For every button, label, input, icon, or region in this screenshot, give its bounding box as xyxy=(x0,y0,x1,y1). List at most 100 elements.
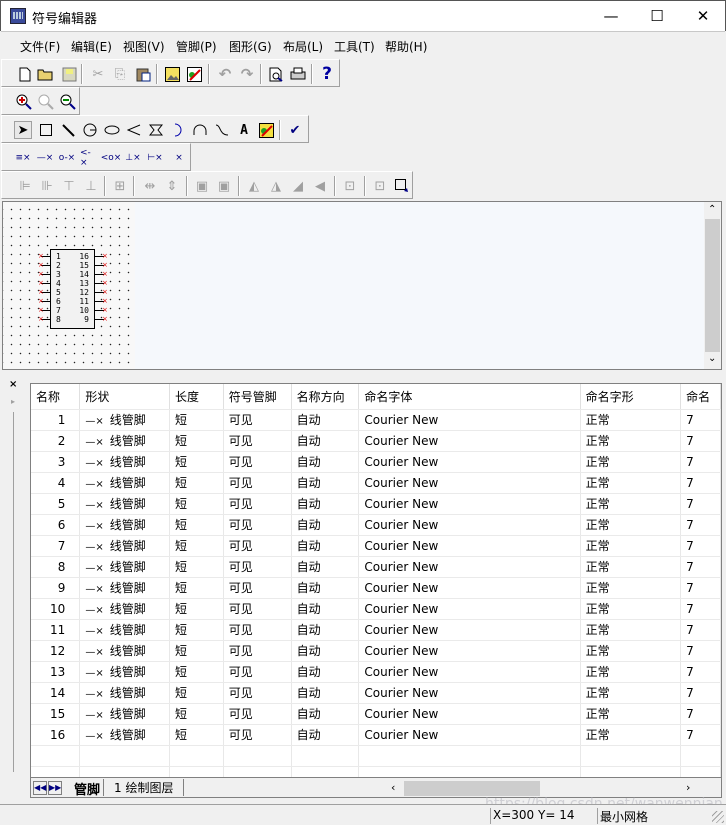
symbol-canvas[interactable]: 1 2 3 4 5 6 7 8 16 15 14 13 12 11 10 9 ⌃ ⌄ × × × × × × × × × × × ×… xyxy=(2,201,722,370)
pin-name-direction-cell[interactable]: 自动 xyxy=(291,724,360,746)
pin-visibility-cell[interactable]: 可见 xyxy=(223,451,292,473)
pin-font-cell[interactable]: Courier New xyxy=(358,703,581,725)
pin-name-direction-cell[interactable]: 自动 xyxy=(291,640,360,662)
pin-font-style-cell[interactable]: 正常 xyxy=(580,724,682,746)
redo-icon[interactable]: ↷ xyxy=(238,65,256,83)
pin-font-cell[interactable]: Courier New xyxy=(358,535,581,557)
rotate-right-icon[interactable]: ◮ xyxy=(267,177,285,195)
pin-font-style-cell[interactable]: 正常 xyxy=(580,619,682,641)
undo-icon[interactable]: ↶ xyxy=(216,65,234,83)
pin-length-cell[interactable]: 短 xyxy=(169,703,224,725)
pin-visibility-cell[interactable]: 可见 xyxy=(223,703,292,725)
pin-name-cell[interactable]: 10 xyxy=(31,598,81,620)
save-icon[interactable] xyxy=(60,65,78,83)
table-horizontal-scrollbar[interactable]: ‹ › xyxy=(386,780,721,797)
pin-shape-cell[interactable]: —× 线管脚 xyxy=(79,430,171,452)
pin-font-size-cell[interactable]: 7 xyxy=(680,661,721,683)
align-grid-icon[interactable]: ⊞ xyxy=(111,177,129,195)
pin-font-cell[interactable]: Courier New xyxy=(358,472,581,494)
pin-font-cell[interactable]: Courier New xyxy=(358,577,581,599)
pin-shape-cell[interactable]: —× 线管脚 xyxy=(79,493,171,515)
pin-name-direction-cell[interactable]: 自动 xyxy=(291,514,360,536)
pin-name-direction-cell[interactable]: 自动 xyxy=(291,472,360,494)
table-row[interactable]: 16 —× 线管脚 短可见 自动 Courier New 正常 7 xyxy=(31,724,721,746)
pin-visibility-cell[interactable]: 可见 xyxy=(223,619,292,641)
pin-name-direction-cell[interactable]: 自动 xyxy=(291,556,360,578)
pin-name-direction-cell[interactable]: 自动 xyxy=(291,493,360,515)
table-row[interactable]: 7 —× 线管脚短可见 自动 Courier New 正常 7 xyxy=(31,535,721,557)
pin-font-cell[interactable]: Courier New xyxy=(358,661,581,683)
pin-font-style-cell[interactable]: 正常 xyxy=(580,661,682,683)
line-pin-icon[interactable]: —× xyxy=(36,149,54,167)
pin-shape-cell[interactable]: —× 线管脚 xyxy=(79,661,171,683)
pin-length-cell[interactable]: 短 xyxy=(169,535,224,557)
zoom-out-icon[interactable] xyxy=(59,93,77,111)
maximize-button[interactable]: ☐ xyxy=(634,1,680,31)
pin-name-direction-cell[interactable]: 自动 xyxy=(291,703,360,725)
tab-draw-layer[interactable]: 1 绘制图层 xyxy=(103,779,185,796)
col-header-name[interactable]: 名称 xyxy=(31,384,81,410)
pin-name-cell[interactable]: 6 xyxy=(31,514,81,536)
cut-icon[interactable]: ✂ xyxy=(89,65,107,83)
pin-length-cell[interactable]: 短 xyxy=(169,409,224,431)
pin-font-size-cell[interactable]: 7 xyxy=(680,535,721,557)
pin-name-direction-cell[interactable]: 自动 xyxy=(291,661,360,683)
table-row[interactable]: 13 —× 线管脚 短可见 自动 Courier New 正常 7 xyxy=(31,661,721,683)
pin-font-style-cell[interactable]: 正常 xyxy=(580,577,682,599)
pin-font-size-cell[interactable]: 7 xyxy=(680,409,721,431)
scroll-right-icon[interactable]: › xyxy=(686,781,690,794)
pin-visibility-cell[interactable]: 可见 xyxy=(223,661,292,683)
pin-font-size-cell[interactable]: 7 xyxy=(680,430,721,452)
pin-visibility-cell[interactable]: 可见 xyxy=(223,598,292,620)
polygon-icon[interactable] xyxy=(147,121,165,139)
pin-length-cell[interactable]: 短 xyxy=(169,724,224,746)
pin-font-style-cell[interactable]: 正常 xyxy=(580,556,682,578)
pin-font-style-cell[interactable]: 正常 xyxy=(580,451,682,473)
circle-icon[interactable] xyxy=(81,121,99,139)
pin-visibility-cell[interactable]: 可见 xyxy=(223,577,292,599)
table-row[interactable]: 1 —× 线管脚 短可见 自动 Courier New 正常 7 xyxy=(31,409,721,431)
pin-shape-cell[interactable]: —× 线管脚 xyxy=(79,409,171,431)
table-row[interactable]: 3 —× 线管脚 短可见 自动 Courier New 正常 7 xyxy=(31,451,721,473)
table-row[interactable]: 9 —× 线管脚 短可见 自动 Courier New 正常 7 xyxy=(31,577,721,599)
pin-font-cell[interactable]: Courier New xyxy=(358,682,581,704)
pin-name-direction-cell[interactable]: 自动 xyxy=(291,619,360,641)
pin-length-cell[interactable]: 短 xyxy=(169,472,224,494)
pin-length-cell[interactable]: 短 xyxy=(169,577,224,599)
help-icon[interactable]: ? xyxy=(318,64,336,84)
align-left-icon[interactable]: ⊫ xyxy=(16,177,34,195)
last-sheet-icon[interactable]: ▶▶ xyxy=(48,781,62,795)
align-top-icon[interactable]: ⊤ xyxy=(60,177,78,195)
pin-shape-cell[interactable]: —× 线管脚 xyxy=(79,640,171,662)
pin-font-cell[interactable]: Courier New xyxy=(358,598,581,620)
long-pin-icon[interactable]: ⊢× xyxy=(146,149,164,167)
pin-name-cell[interactable]: 14 xyxy=(31,682,81,704)
pin-name-cell[interactable]: 11 xyxy=(31,619,81,641)
scroll-up-icon[interactable]: ⌃ xyxy=(708,204,716,215)
pin-font-style-cell[interactable]: 正常 xyxy=(580,598,682,620)
pin-visibility-cell[interactable]: 可见 xyxy=(223,556,292,578)
canvas-vertical-scrollbar[interactable]: ⌃ ⌄ xyxy=(704,202,721,369)
pin-font-size-cell[interactable]: 7 xyxy=(680,472,721,494)
pin-font-size-cell[interactable]: 7 xyxy=(680,514,721,536)
zoom-fit-icon[interactable] xyxy=(37,93,55,111)
pin-length-cell[interactable]: 短 xyxy=(169,661,224,683)
copy-icon[interactable]: ⎘ xyxy=(111,65,129,83)
pin-font-style-cell[interactable]: 正常 xyxy=(580,535,682,557)
pin-shape-cell[interactable]: —× 线管脚 xyxy=(79,682,171,704)
pin-name-direction-cell[interactable]: 自动 xyxy=(291,535,360,557)
pin-font-size-cell[interactable]: 7 xyxy=(680,577,721,599)
pin-name-direction-cell[interactable]: 自动 xyxy=(291,598,360,620)
pin-length-cell[interactable]: 短 xyxy=(169,430,224,452)
col-header-shape[interactable]: 形状 xyxy=(79,384,171,410)
pin-shape-cell[interactable]: —× 线管脚 xyxy=(79,619,171,641)
new-file-icon[interactable] xyxy=(16,65,34,83)
pin-visibility-cell[interactable]: 可见 xyxy=(223,514,292,536)
pin-name-cell[interactable]: 15 xyxy=(31,703,81,725)
pin-shape-cell[interactable]: —× 线管脚 xyxy=(79,472,171,494)
table-row[interactable]: 5 —× 线管脚 短可见 自动 Courier New 正常 7 xyxy=(31,493,721,515)
panel-close-icon[interactable]: × xyxy=(9,379,17,390)
semi-arc-icon[interactable] xyxy=(191,121,209,139)
pin-name-direction-cell[interactable]: 自动 xyxy=(291,430,360,452)
flip-vertical-icon[interactable]: ◀ xyxy=(311,177,329,195)
